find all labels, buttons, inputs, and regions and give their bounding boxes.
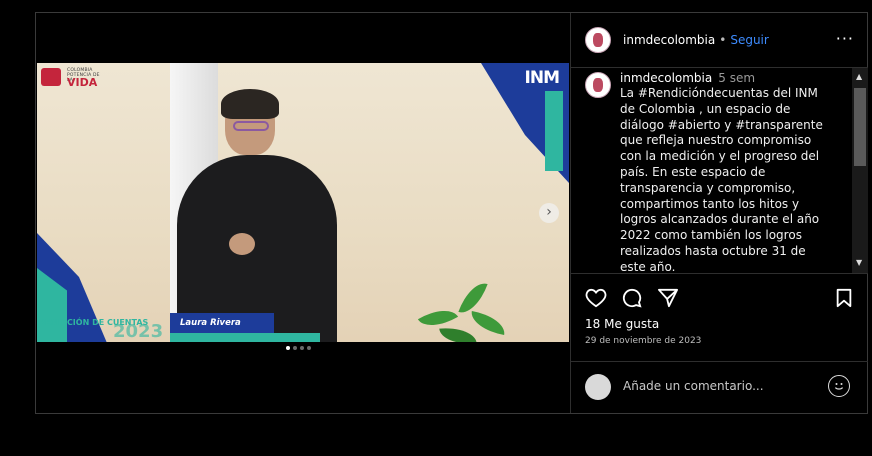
caption-username[interactable]: inmdecolombia	[620, 71, 712, 85]
chevron-right-icon: ›	[546, 204, 552, 220]
banner-year: 2023	[113, 321, 164, 342]
scrollbar[interactable]: ▲ ▼	[852, 68, 868, 273]
more-horizontal-icon: ···	[835, 29, 854, 48]
avatar[interactable]	[585, 27, 611, 53]
carousel-dot	[300, 346, 304, 350]
likes-count[interactable]: 18 Me gusta	[585, 317, 659, 331]
author-username[interactable]: inmdecolombia	[623, 33, 715, 47]
more-options-button[interactable]: ···	[836, 29, 854, 48]
follow-button[interactable]: Seguir	[730, 33, 769, 47]
send-icon[interactable]	[657, 288, 679, 311]
avatar	[585, 374, 611, 400]
post-image[interactable]: COLOMBIA POTENCIA DE LA VIDA INM RENDICI…	[37, 63, 569, 342]
speaker	[177, 89, 337, 342]
media-viewer: COLOMBIA POTENCIA DE LA VIDA INM RENDICI…	[36, 13, 570, 413]
carousel-dot	[293, 346, 297, 350]
post-header: inmdecolombia • Seguir ···	[571, 13, 868, 68]
avatar[interactable]	[585, 72, 611, 98]
colombia-logo: COLOMBIA POTENCIA DE LA VIDA	[41, 65, 107, 91]
emoji-icon[interactable]	[828, 375, 850, 397]
plant	[415, 278, 515, 342]
scrollbar-thumb[interactable]	[854, 88, 866, 166]
name-plate: Laura Rivera	[170, 313, 274, 333]
bookmark-icon[interactable]	[835, 288, 853, 311]
post-actions: 18 Me gusta 29 de noviembre de 2023	[571, 273, 868, 362]
post-date: 29 de noviembre de 2023	[585, 336, 702, 346]
post-details-panel: inmdecolombia • Seguir ··· inmdecolombia 5 …	[570, 13, 868, 413]
comment-input[interactable]	[623, 376, 813, 396]
comment-box	[571, 361, 868, 414]
scroll-down-icon[interactable]: ▼	[856, 258, 862, 267]
caption-text: La #Rendicióndecuentas del INM de Colomb…	[620, 86, 823, 273]
separator: •	[719, 33, 727, 47]
logo-big-text: VIDA	[67, 76, 98, 89]
inm-logo: INM	[524, 68, 560, 88]
name-plate-subtitle	[170, 333, 320, 342]
next-slide-button[interactable]: ›	[539, 203, 559, 223]
carousel-dot	[307, 346, 311, 350]
scroll-up-icon[interactable]: ▲	[856, 72, 862, 81]
caption-section: inmdecolombia 5 sem La #Rendicióndecuenta…	[571, 68, 868, 273]
carousel-dot	[286, 346, 290, 350]
heart-icon[interactable]	[585, 288, 607, 311]
comment-icon[interactable]	[621, 288, 643, 311]
instagram-post: COLOMBIA POTENCIA DE LA VIDA INM RENDICI…	[35, 12, 868, 414]
caption-time: 5 sem	[718, 71, 756, 85]
decorative-shape	[545, 91, 563, 171]
carousel-indicator	[286, 346, 311, 352]
